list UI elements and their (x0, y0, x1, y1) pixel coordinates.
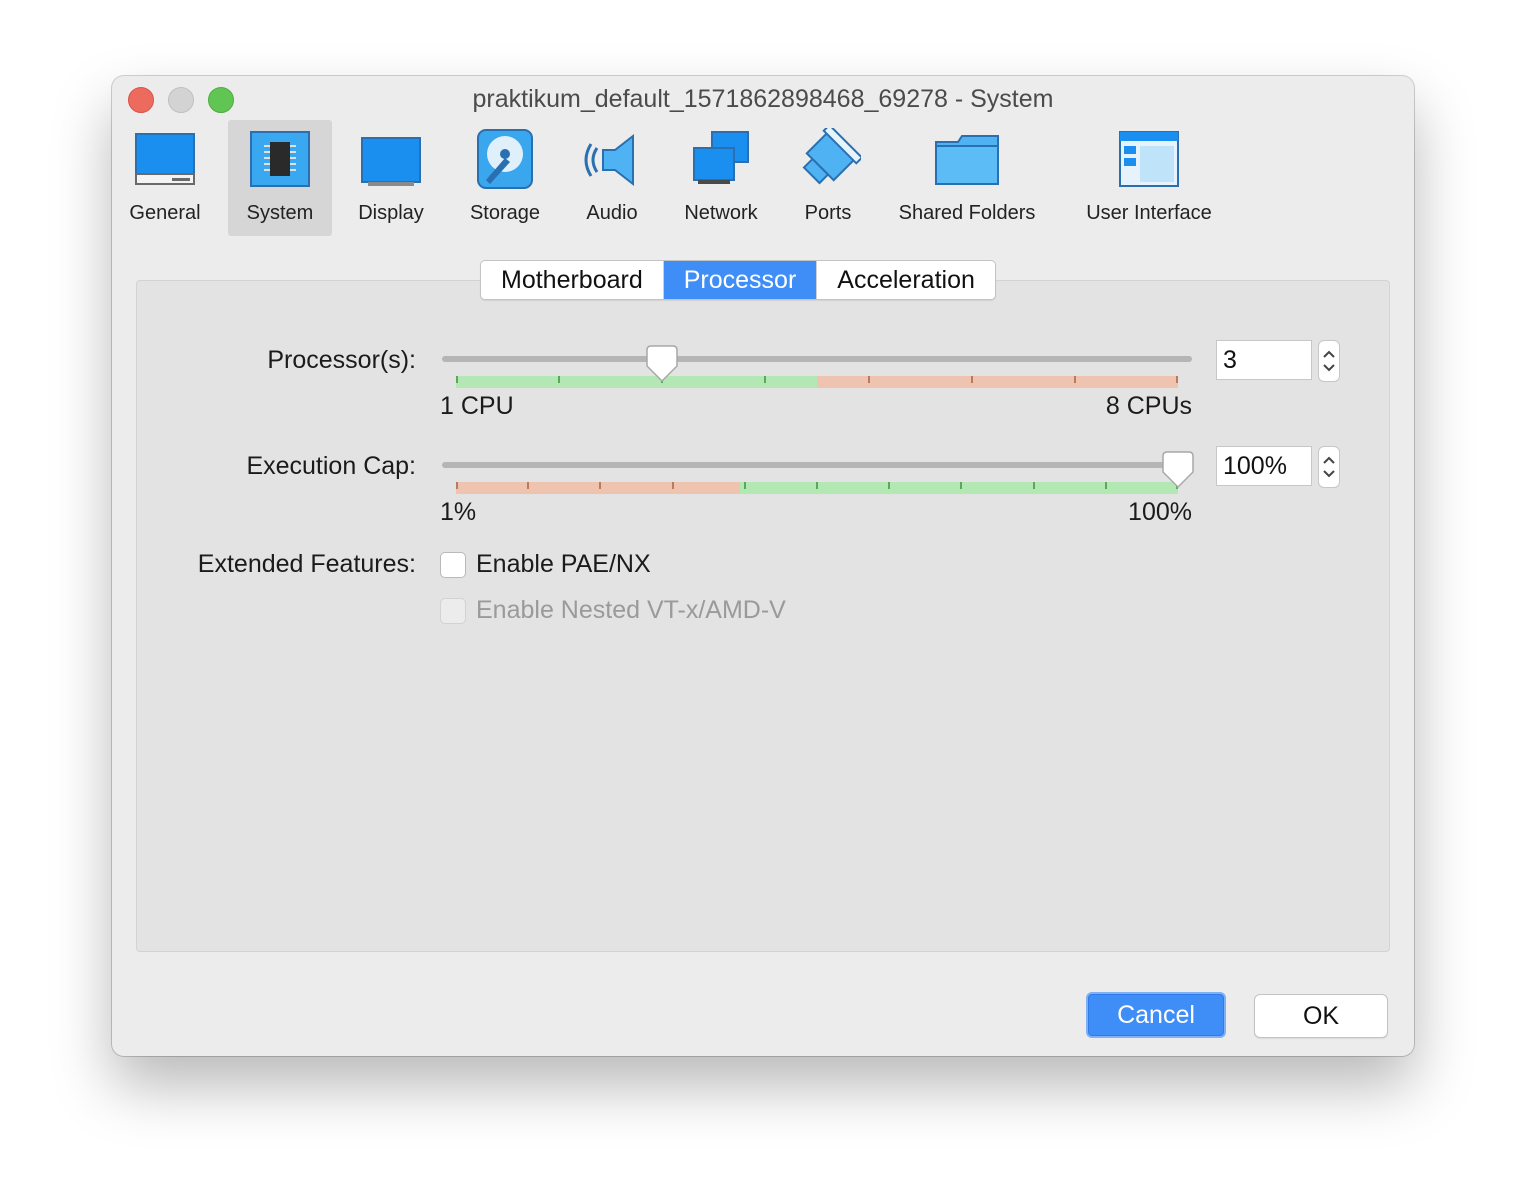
ports-icon (802, 128, 861, 185)
system-tabs: Motherboard Processor Acceleration (480, 260, 996, 300)
settings-toolbar: General System Display Storage Audio Net… (112, 120, 1414, 238)
nested-vt-checkbox (440, 598, 466, 624)
scale-tick (558, 376, 561, 383)
execution-cap-stepper[interactable] (1318, 446, 1340, 488)
toolbar-item-network[interactable]: Network (672, 120, 770, 236)
toolbar-item-label: General (129, 202, 201, 224)
toolbar-item-label: Audio (586, 202, 638, 224)
scale-segment (456, 482, 741, 494)
scale-tick (456, 482, 458, 489)
execution-cap-min-label: 1% (440, 498, 477, 526)
audio-speaker-icon (584, 133, 634, 187)
execution-cap-max-label: 100% (1128, 498, 1192, 526)
toolbar-item-label: Storage (469, 202, 541, 224)
scale-tick (960, 482, 963, 489)
stepper-arrows-icon (1323, 456, 1335, 478)
nested-vt-label: Enable Nested VT-x/AMD-V (476, 596, 786, 624)
execution-cap-scale (456, 482, 1178, 494)
toolbar-item-label: User Interface (1086, 202, 1212, 224)
ok-button[interactable]: OK (1254, 994, 1388, 1038)
display-icon (361, 137, 421, 186)
toolbar-item-label: Network (684, 202, 758, 224)
scale-tick (867, 376, 870, 383)
scale-tick (1104, 482, 1107, 489)
scale-tick (970, 376, 973, 383)
toolbar-item-ports[interactable]: Ports (792, 120, 864, 236)
extended-features-label: Extended Features: (197, 550, 416, 578)
processors-slider-thumb[interactable] (645, 344, 679, 384)
storage-disk-icon (477, 129, 533, 189)
scale-tick (599, 482, 602, 489)
toolbar-item-general[interactable]: General (122, 120, 208, 236)
scale-tick (527, 482, 530, 489)
toolbar-item-label: Display (358, 202, 424, 224)
toolbar-item-label: System (246, 202, 314, 224)
scale-segment (817, 376, 1178, 388)
pae-nx-checkbox[interactable] (440, 552, 466, 578)
scale-tick (1176, 376, 1178, 383)
pae-nx-label[interactable]: Enable PAE/NX (476, 550, 651, 579)
toolbar-item-storage[interactable]: Storage (460, 120, 550, 236)
execution-cap-slider-track[interactable] (442, 462, 1192, 468)
window-title: praktikum_default_1571862898468_69278 - … (472, 85, 1054, 113)
processors-slider-track[interactable] (442, 356, 1192, 362)
general-icon (135, 133, 195, 185)
toolbar-item-label: Shared Folders (898, 202, 1036, 224)
scale-segment (456, 376, 817, 388)
tab-acceleration[interactable]: Acceleration (816, 261, 995, 299)
toolbar-item-display[interactable]: Display (348, 120, 434, 236)
toolbar-item-audio[interactable]: Audio (574, 120, 650, 236)
execution-cap-label: Execution Cap: (246, 452, 416, 480)
processors-min-label: 1 CPU (440, 392, 514, 420)
toolbar-item-shared-folders[interactable]: Shared Folders (890, 120, 1044, 236)
scale-tick (888, 482, 891, 489)
execution-cap-input[interactable]: 100% (1216, 446, 1312, 486)
system-chip-icon (250, 131, 310, 187)
scale-tick (764, 376, 767, 383)
toolbar-item-label: Ports (804, 202, 852, 224)
toolbar-item-system[interactable]: System (228, 120, 332, 236)
processors-input[interactable]: 3 (1216, 340, 1312, 380)
network-icon (693, 131, 749, 184)
user-interface-icon (1119, 131, 1179, 187)
processors-stepper[interactable] (1318, 340, 1340, 382)
tab-processor[interactable]: Processor (662, 261, 817, 299)
stepper-arrows-icon (1323, 350, 1335, 372)
tab-motherboard[interactable]: Motherboard (481, 261, 663, 299)
processors-scale (456, 376, 1178, 388)
scale-tick (816, 482, 818, 489)
cancel-button[interactable]: Cancel (1086, 992, 1226, 1038)
scale-segment (740, 482, 1178, 494)
processors-label: Processor(s): (267, 346, 416, 374)
scale-tick (743, 482, 746, 489)
processors-max-label: 8 CPUs (1105, 392, 1192, 420)
scale-tick (456, 376, 458, 383)
scale-tick (671, 482, 674, 489)
execution-cap-slider-thumb[interactable] (1161, 450, 1195, 490)
shared-folder-icon (935, 135, 999, 185)
title-bar[interactable]: praktikum_default_1571862898468_69278 - … (112, 76, 1414, 122)
scale-tick (1032, 482, 1035, 489)
scale-tick (1073, 376, 1076, 383)
toolbar-item-user-interface[interactable]: User Interface (1072, 120, 1226, 236)
settings-window: praktikum_default_1571862898468_69278 - … (112, 76, 1414, 1056)
